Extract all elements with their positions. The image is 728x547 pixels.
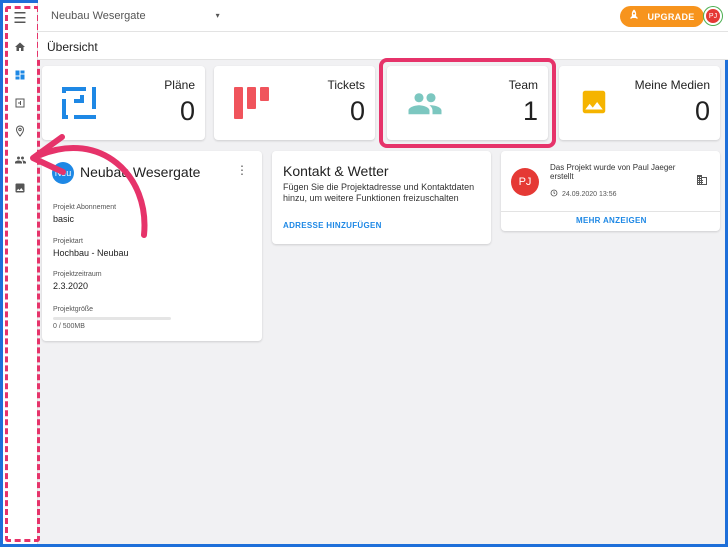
- contact-text: Fügen Sie die Projektadresse und Kontakt…: [283, 182, 475, 203]
- divider: [501, 211, 720, 212]
- field-value: basic: [53, 214, 75, 224]
- sidebar: ☰: [3, 3, 40, 544]
- upgrade-button[interactable]: UPGRADE: [620, 6, 704, 27]
- stat-card-plans[interactable]: Pläne 0: [42, 66, 205, 140]
- activity-text: Das Projekt wurde von Paul Jaeger erstel…: [550, 163, 676, 181]
- sidebar-highlight: [5, 6, 40, 542]
- upgrade-label: UPGRADE: [647, 11, 695, 22]
- contact-card: Kontakt & Wetter Fügen Sie die Projektad…: [272, 151, 491, 244]
- plans-icon: [62, 87, 96, 124]
- chevron-down-icon: ▾: [215, 11, 220, 20]
- activity-avatar: PJ: [511, 168, 539, 196]
- show-more-link[interactable]: MEHR ANZEIGEN: [576, 216, 647, 225]
- size-progress-bar: [53, 317, 171, 320]
- page-title: Übersicht: [47, 40, 98, 54]
- project-select-label: Neubau Wesergate: [51, 9, 146, 22]
- stat-label: Tickets: [327, 78, 365, 92]
- top-bar: Neubau Wesergate ▾ UPGRADE PJ: [38, 0, 728, 32]
- stat-value: 0: [179, 96, 195, 126]
- field-label: Projektart: [53, 238, 83, 245]
- activity-timestamp: 24.09.2020 13:56: [562, 190, 617, 198]
- stat-value: 0: [694, 96, 710, 126]
- rocket-icon: [629, 9, 639, 24]
- contact-title: Kontakt & Wetter: [283, 163, 389, 179]
- activity-card: PJ Das Projekt wurde von Paul Jaeger ers…: [501, 151, 720, 231]
- size-value: 0 / 500MB: [53, 323, 85, 330]
- field-label: Projektzeitraum: [53, 271, 102, 278]
- stat-label: Pläne: [164, 78, 195, 92]
- project-badge: Neu: [52, 162, 74, 184]
- tickets-icon: [234, 87, 270, 124]
- stat-card-media[interactable]: Meine Medien 0: [559, 66, 720, 140]
- field-label: Projekt Abonnement: [53, 204, 117, 211]
- stat-card-tickets[interactable]: Tickets 0: [214, 66, 375, 140]
- user-avatar[interactable]: PJ: [704, 7, 722, 25]
- size-label: Projektgröße: [53, 306, 94, 313]
- stat-value: 0: [349, 96, 365, 126]
- building-icon: [696, 174, 708, 188]
- more-vert-icon[interactable]: ⋮: [236, 163, 248, 177]
- stat-label: Meine Medien: [634, 78, 710, 92]
- clock-icon: [550, 189, 558, 199]
- project-name: Neubau Wesergate: [80, 164, 201, 180]
- activity-time: 24.09.2020 13:56: [550, 189, 617, 199]
- project-select[interactable]: Neubau Wesergate ▾: [51, 10, 220, 22]
- title-bar: Übersicht: [38, 32, 728, 60]
- media-icon: [579, 87, 609, 122]
- team-card-highlight: [379, 58, 556, 148]
- project-card: Neu Neubau Wesergate ⋮ Projekt Abonnemen…: [42, 151, 262, 341]
- field-value: Hochbau - Neubau: [53, 248, 129, 258]
- field-value: 2.3.2020: [53, 281, 89, 291]
- add-address-link[interactable]: ADRESSE HINZUFÜGEN: [283, 221, 382, 230]
